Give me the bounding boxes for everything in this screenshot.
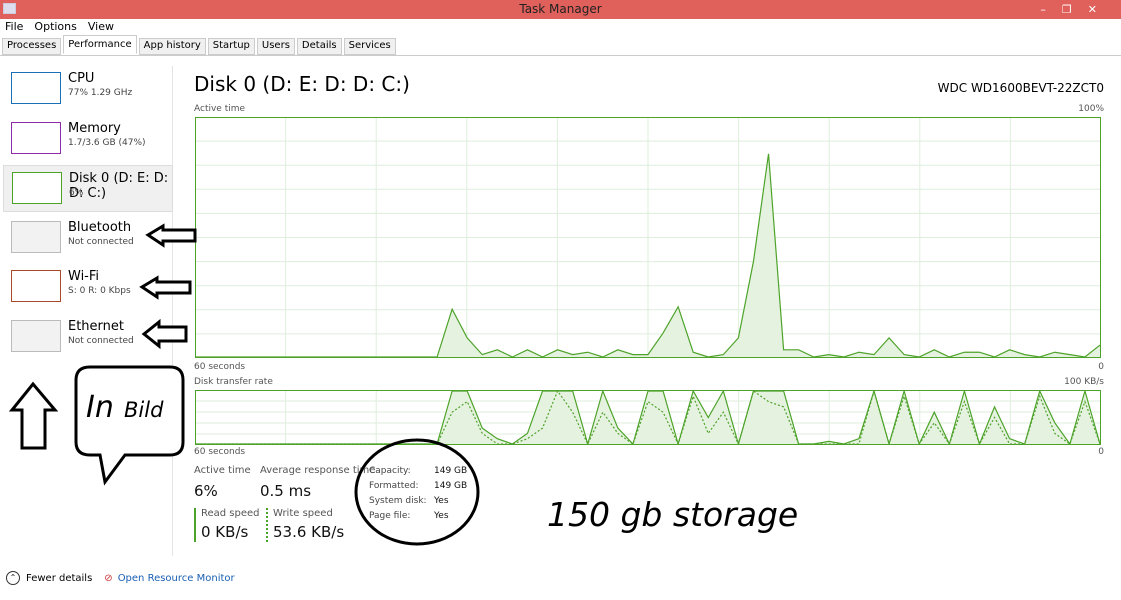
fewer-details-link[interactable]: Fewer details — [26, 573, 92, 584]
annotation-bild: Bild — [124, 398, 164, 422]
arrow-left-icon — [141, 318, 188, 350]
open-resource-monitor-link[interactable]: Open Resource Monitor — [118, 573, 235, 584]
arrow-up-icon — [8, 381, 59, 450]
arrow-left-icon — [145, 223, 197, 248]
chevron-up-icon[interactable]: ⌃ — [6, 571, 20, 585]
annotation-in: In — [86, 390, 114, 425]
footer: ⌃ Fewer details ⊘ Open Resource Monitor — [6, 571, 235, 585]
annotation-storage: 150 gb storage — [547, 495, 799, 534]
info-circle — [354, 438, 480, 546]
arrow-left-icon — [139, 275, 192, 300]
resource-monitor-icon: ⊘ — [104, 572, 113, 584]
